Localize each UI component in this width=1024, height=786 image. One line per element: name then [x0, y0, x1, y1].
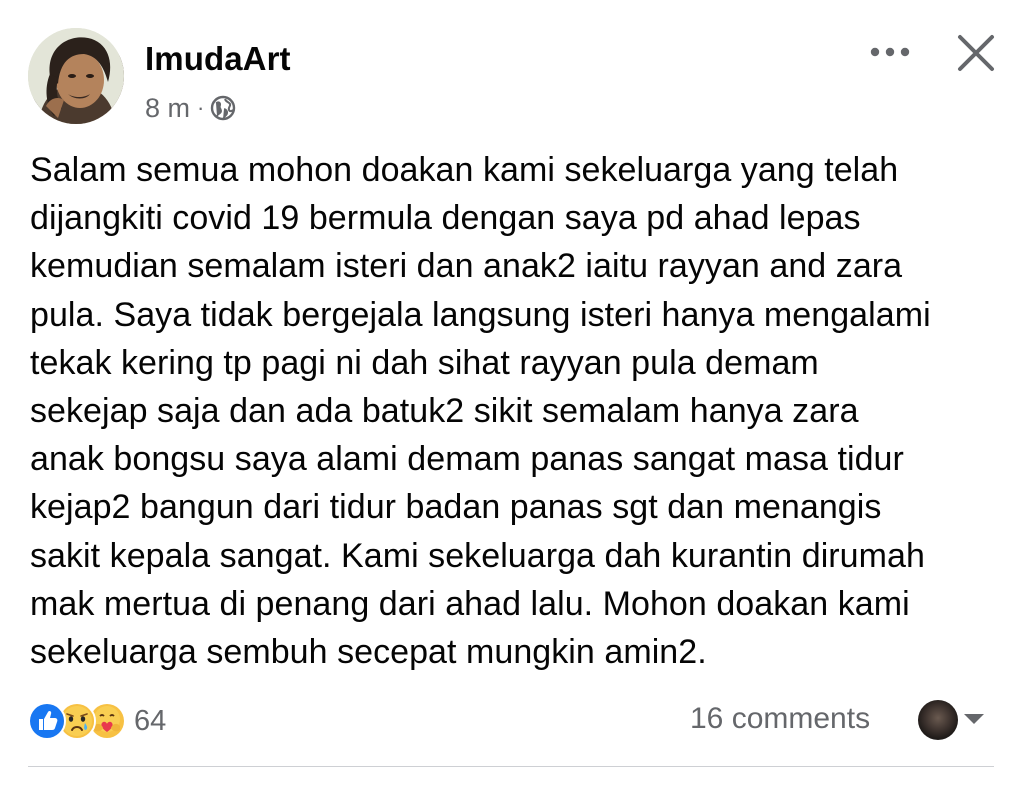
avatar-portrait: [28, 28, 124, 124]
post-text: Salam semua mohon doakan kami sekeluarga…: [30, 146, 1000, 676]
post-text-line: dijangkiti covid 19 bermula dengan saya …: [30, 199, 861, 238]
post-header: ImudaArt 8 m ·: [28, 28, 998, 128]
footer-divider: [28, 766, 994, 767]
post-text-line: tekak kering tp pagi ni dah sihat rayyan…: [30, 343, 819, 382]
post-text-line: mak mertua di penang dari ahad lalu. Moh…: [30, 584, 910, 623]
author-name[interactable]: ImudaArt: [145, 40, 291, 78]
post-text-line: anak bongsu saya alami demam panas sanga…: [30, 440, 904, 479]
close-icon: [958, 35, 994, 71]
post-text-line: sakit kepala sangat. Kami sekeluarga dah…: [30, 536, 925, 575]
meta-separator: ·: [197, 95, 205, 120]
post-text-line: pula. Saya tidak bergejala langsung iste…: [30, 295, 931, 334]
post-text-line: sekeluarga sembuh secepat mungkin amin2.: [30, 633, 707, 672]
more-horizontal-icon: [870, 47, 910, 57]
post-text-line: kejap2 bangun dari tidur badan panas sgt…: [30, 488, 882, 527]
comments-count-link[interactable]: 16 comments: [690, 702, 870, 736]
post-footer: 64 16 comments: [28, 698, 994, 746]
post-time[interactable]: 8 m: [145, 93, 190, 124]
more-options-button[interactable]: [866, 36, 914, 68]
close-button[interactable]: [953, 30, 999, 76]
globe-icon[interactable]: [210, 95, 236, 121]
post-meta: 8 m ·: [145, 90, 236, 126]
commenter-avatar[interactable]: [918, 700, 958, 740]
like-reaction-icon: [28, 702, 66, 740]
reaction-count: 64: [134, 704, 167, 737]
chevron-down-icon[interactable]: [964, 714, 984, 724]
post-text-line: Salam semua mohon doakan kami sekeluarga…: [30, 151, 899, 189]
post-text-line: kemudian semalam isteri dan anak2 iaitu …: [30, 247, 903, 286]
post-text-line: sekejap saja dan ada batuk2 sikit semala…: [30, 392, 859, 431]
reactions-summary[interactable]: 64: [28, 702, 166, 740]
author-avatar[interactable]: [28, 28, 124, 124]
